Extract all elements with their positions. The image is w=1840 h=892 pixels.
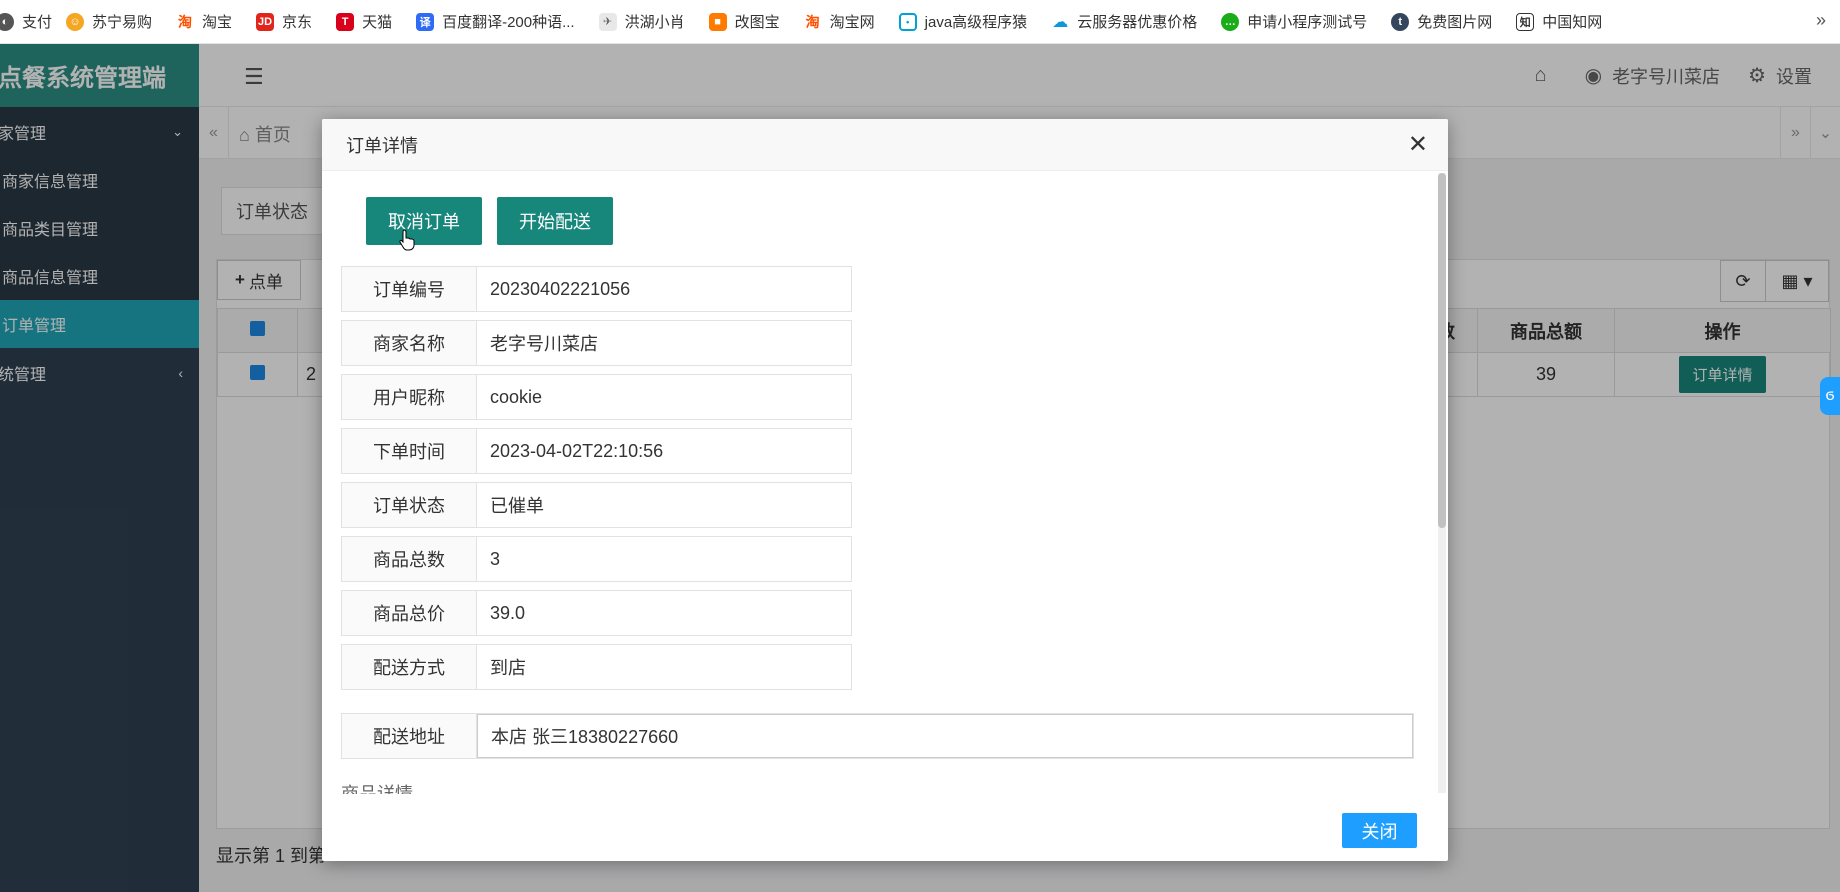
bookmark-wechat[interactable]: … 申请小程序测试号 xyxy=(1221,11,1367,32)
bookmark-label: 申请小程序测试号 xyxy=(1247,14,1368,31)
bookmark-tmall[interactable]: T 天猫 xyxy=(336,11,392,32)
bookmark-cnki[interactable]: 知 中国知网 xyxy=(1516,11,1602,32)
address-input[interactable]: 本店 张三18380227660 xyxy=(477,714,1413,758)
modal-header: 订单详情 xyxy=(322,119,1448,171)
scrollbar-thumb[interactable] xyxy=(1438,173,1446,528)
bookmark-free-images[interactable]: t 免费图片网 xyxy=(1391,11,1492,32)
cnki-icon: 知 xyxy=(1516,12,1535,31)
bookmark-label: java高级程序猿 xyxy=(924,14,1028,31)
tumblr-icon: t xyxy=(1391,12,1410,31)
modal-body: 取消订单 开始配送 订单编号 20230402221056 商家名称 老字号川菜… xyxy=(322,172,1438,794)
start-delivery-button[interactable]: 开始配送 xyxy=(497,197,613,245)
bookmark-label: 天猫 xyxy=(362,14,393,31)
mouse-cursor-icon xyxy=(399,229,415,251)
field-label: 订单编号 xyxy=(342,267,477,311)
field-value[interactable]: 到店 xyxy=(477,645,851,689)
tmall-icon: T xyxy=(336,12,355,31)
field-label: 商品总数 xyxy=(342,537,477,581)
bookmark-label: 中国知网 xyxy=(1542,14,1603,31)
field-value[interactable]: 39.0 xyxy=(477,591,851,635)
bookmark-baidu-translate[interactable]: 译 百度翻译-200种语... xyxy=(416,11,575,32)
bird-icon: ✈ xyxy=(598,12,617,31)
bookmark-label: 改图宝 xyxy=(734,14,780,31)
close-button[interactable]: 关闭 xyxy=(1342,813,1417,848)
field-total-price: 商品总价 39.0 xyxy=(341,590,852,636)
field-label: 订单状态 xyxy=(342,483,477,527)
bookmark-label: 免费图片网 xyxy=(1417,14,1493,31)
field-delivery-method: 配送方式 到店 xyxy=(341,644,852,690)
bookmark-label: 淘宝 xyxy=(202,14,233,31)
bookmarks-more-icon[interactable]: » xyxy=(1816,10,1826,31)
bookmark-taobaowang[interactable]: 淘 淘宝网 xyxy=(803,11,875,32)
bookmark-pay[interactable]: ◐ 支付 xyxy=(0,11,52,32)
bilibili-icon: • xyxy=(898,12,917,31)
bookmark-label: 洪湖小肖 xyxy=(624,14,685,31)
cancel-order-button[interactable]: 取消订单 xyxy=(366,197,482,245)
field-user-nickname: 用户昵称 cookie xyxy=(341,374,852,420)
field-value[interactable]: 老字号川菜店 xyxy=(477,321,851,365)
field-value[interactable]: 2023-04-02T22:10:56 xyxy=(477,429,851,473)
bookmark-gaitubao[interactable]: ■ 改图宝 xyxy=(708,11,780,32)
bookmark-label: 淘宝网 xyxy=(829,14,875,31)
bookmark-label: 百度翻译-200种语... xyxy=(442,14,575,31)
field-value[interactable]: 已催单 xyxy=(477,483,851,527)
bookmark-bilibili[interactable]: • java高级程序猿 xyxy=(898,11,1028,32)
field-value[interactable]: 3 xyxy=(477,537,851,581)
bookmarks-bar: ◐ 支付 ☺ 苏宁易购 淘 淘宝 JD 京东 T 天猫 译 百度翻译-200种语… xyxy=(0,0,1840,44)
bookmark-label: 云服务器优惠价格 xyxy=(1077,14,1198,31)
modal-title: 订单详情 xyxy=(346,135,418,156)
field-label: 配送方式 xyxy=(342,645,477,689)
baidu-translate-icon: 译 xyxy=(416,12,435,31)
bookmark-label: 苏宁易购 xyxy=(92,14,153,31)
bookmark-cloud[interactable]: ☁ 云服务器优惠价格 xyxy=(1051,11,1197,32)
field-label: 商品总价 xyxy=(342,591,477,635)
floating-widget-icon[interactable]: ϭ xyxy=(1820,377,1840,415)
modal-footer: 关闭 xyxy=(322,794,1448,861)
field-order-time: 下单时间 2023-04-02T22:10:56 xyxy=(341,428,852,474)
order-detail-modal: 订单详情 ✕ 取消订单 开始配送 订单编号 20230402221056 商家名… xyxy=(322,119,1448,861)
bookmark-jd[interactable]: JD 京东 xyxy=(256,11,312,32)
field-order-status: 订单状态 已催单 xyxy=(341,482,852,528)
cloud-icon: ☁ xyxy=(1051,12,1070,31)
bookmark-suning[interactable]: ☺ 苏宁易购 xyxy=(66,11,152,32)
bookmark-honghu[interactable]: ✈ 洪湖小肖 xyxy=(598,11,685,32)
field-label: 商家名称 xyxy=(342,321,477,365)
field-item-count: 商品总数 3 xyxy=(341,536,852,582)
taobao-icon: 淘 xyxy=(176,12,195,31)
bookmark-taobao[interactable]: 淘 淘宝 xyxy=(176,11,232,32)
field-value[interactable]: 20230402221056 xyxy=(477,267,851,311)
bookmark-label: 支付 xyxy=(22,14,53,31)
field-label: 配送地址 xyxy=(342,714,477,758)
field-merchant-name: 商家名称 老字号川菜店 xyxy=(341,320,852,366)
field-delivery-address: 配送地址 本店 张三18380227660 xyxy=(341,713,1414,759)
field-label: 下单时间 xyxy=(342,429,477,473)
gaitubao-icon: ■ xyxy=(708,12,727,31)
field-label: 用户昵称 xyxy=(342,375,477,419)
close-icon[interactable]: ✕ xyxy=(1408,133,1428,157)
globe-icon: ◐ xyxy=(0,12,14,31)
jd-icon: JD xyxy=(256,12,275,31)
field-order-number: 订单编号 20230402221056 xyxy=(341,266,852,312)
bookmark-label: 京东 xyxy=(282,14,313,31)
field-value[interactable]: cookie xyxy=(477,375,851,419)
section-label-products: 商品详情 xyxy=(341,784,413,794)
suning-icon: ☺ xyxy=(66,12,85,31)
wechat-icon: … xyxy=(1221,12,1240,31)
taobao-icon: 淘 xyxy=(803,12,822,31)
modal-scrollbar[interactable] xyxy=(1438,173,1446,793)
